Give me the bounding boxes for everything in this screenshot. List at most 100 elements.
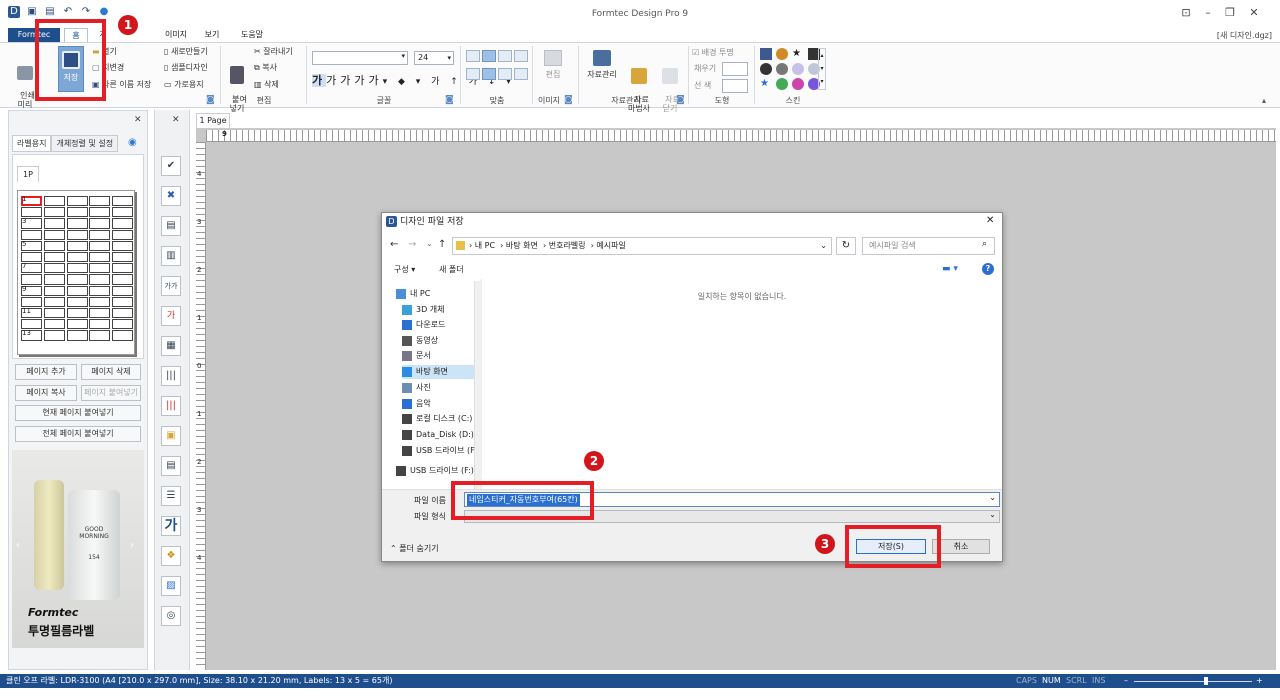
label-cell[interactable] [43,252,65,263]
help-icon[interactable]: ? [982,263,994,275]
label-cell[interactable] [66,240,88,251]
label-cell[interactable] [66,218,88,229]
label-cell[interactable] [112,229,134,240]
back-arrow-icon[interactable]: ← [390,239,398,250]
refresh-icon[interactable]: ◉ [128,137,137,148]
nav-item[interactable]: 다운로드 [402,318,445,332]
filetype-chevron-icon[interactable]: ⌄ [989,510,996,519]
label-cell[interactable] [112,330,134,341]
close-icon[interactable]: ✕ [1244,6,1264,19]
paste-page-button[interactable]: 페이지 붙여넣기 [81,385,141,401]
label-cell[interactable] [89,308,111,319]
label-cell[interactable] [66,285,88,296]
address-bar[interactable]: › 내 PC › 바탕 화면 › 번호라벨링 › 예시파일 ⌄ [452,237,832,255]
skin-swatch[interactable] [792,63,804,75]
label-cell[interactable] [43,274,65,285]
nav-item[interactable]: USB 드라이브 (F:) [396,464,474,478]
label-cell[interactable] [66,319,88,330]
label-cell[interactable] [89,229,111,240]
resource-manager-button[interactable]: 자료관리 [584,50,620,79]
skin-swatch[interactable] [776,48,788,60]
nav-item[interactable]: 내 PC [396,287,430,301]
view-options-icon[interactable]: ▬ ▾ [942,264,958,274]
next-slide-icon[interactable]: › [130,540,134,551]
nav-item[interactable]: 음악 [402,397,431,411]
landscape-button[interactable]: ▭ 가로용지 [164,80,204,89]
redo-quick-icon[interactable]: ↷ [80,6,92,18]
align-justify-top-icon[interactable] [514,50,528,62]
vertical-text-tool-icon[interactable]: ▥ [161,246,181,266]
nav-item[interactable]: 동영상 [402,334,438,348]
label-cell[interactable] [112,252,134,263]
list-tool-icon[interactable]: ☰ [161,486,181,506]
label-cell[interactable] [43,308,65,319]
copy-page-button[interactable]: 페이지 복사 [15,385,77,401]
dialog-close-icon[interactable]: ✕ [986,215,994,226]
label-cell[interactable] [89,263,111,274]
align-right-top-icon[interactable] [498,50,512,62]
nav-scrollbar[interactable] [474,281,482,489]
paste-all-pages-button[interactable]: 전체 페이지 붙여넣기 [15,426,141,442]
zoom-slider-thumb[interactable] [1204,677,1208,685]
page-tab-1[interactable]: 1 Page [196,113,230,128]
search-input[interactable]: 예시파일 검색 [862,237,995,255]
barcode-tool-icon[interactable]: ||| [161,366,181,386]
cross-select-tool-icon[interactable]: ✖ [161,186,181,206]
customize-quick-icon[interactable]: ● [98,6,110,18]
nav-item[interactable]: Data_Disk (D:) [402,428,474,442]
nav-item[interactable]: 바탕 화면 [402,365,474,379]
label-cell[interactable] [66,296,88,307]
organize-menu[interactable]: 구성 ▾ [394,264,415,275]
zoom-in-icon[interactable]: + [1256,674,1263,688]
label-cell[interactable] [43,240,65,251]
photo-tool-icon[interactable]: ▣ [161,426,181,446]
label-cell[interactable] [89,240,111,251]
skin-swatch[interactable] [760,63,772,75]
text-box-tool-icon[interactable]: ▤ [161,216,181,236]
file-group-expand-icon[interactable]: ◙ [206,95,215,105]
label-cell[interactable] [112,319,134,330]
label-cell[interactable] [112,218,134,229]
image-tool-icon[interactable]: ▨ [161,576,181,596]
label-cell[interactable] [89,319,111,330]
label-cell[interactable] [43,218,65,229]
label-cell[interactable] [21,274,42,285]
align-center-mid-icon[interactable] [482,68,496,80]
zoom-out-icon[interactable]: – [1124,674,1128,688]
label-cell[interactable] [21,207,42,218]
font-name-select[interactable]: ▾ [312,51,408,65]
tab-object-align[interactable]: 개체정렬 및 설정 [51,135,119,152]
prev-slide-icon[interactable]: ‹ [16,540,20,551]
skin-swatch[interactable] [792,78,804,90]
tab-help[interactable]: 도움말 [232,28,272,42]
outline-icon[interactable]: 가 [369,74,383,87]
skin-scroll[interactable]: ▴ ▾ ▾ [818,48,826,90]
qr-code-tool-icon[interactable]: ▦ [161,336,181,356]
skin-swatch[interactable] [760,48,772,60]
label-cell[interactable] [112,196,134,207]
label-cell[interactable] [43,263,65,274]
label-cell[interactable] [43,319,65,330]
label-cell[interactable] [43,285,65,296]
recent-chevron-icon[interactable]: ⌄ [426,239,433,248]
up-arrow-icon[interactable]: ↑ [438,239,446,250]
collapse-ribbon-icon[interactable]: ▴ [1262,96,1266,105]
label-cell[interactable] [43,196,65,207]
align-left-mid-icon[interactable] [466,68,480,80]
label-cell[interactable] [66,196,88,207]
file-list[interactable]: 일치하는 항목이 없습니다. [482,279,1002,489]
label-cell[interactable] [112,263,134,274]
underline-icon[interactable]: 가 [340,74,354,87]
tab-image[interactable]: 이미지 [158,28,194,42]
new-folder-button[interactable]: 새 폴더 [439,264,464,275]
label-cell[interactable] [89,218,111,229]
tab-label-paper[interactable]: 라벨용지 [12,135,52,152]
fill-color-select[interactable] [722,62,748,76]
filename-chevron-icon[interactable]: ⌄ [989,493,996,502]
label-cell[interactable] [66,308,88,319]
align-right-mid-icon[interactable] [498,68,512,80]
bg-transparent-checkbox[interactable]: ☑ 배경 투명 [692,48,734,57]
label-cell[interactable] [112,274,134,285]
align-justify-mid-icon[interactable] [514,68,528,80]
refresh-icon[interactable]: ↻ [836,237,856,255]
